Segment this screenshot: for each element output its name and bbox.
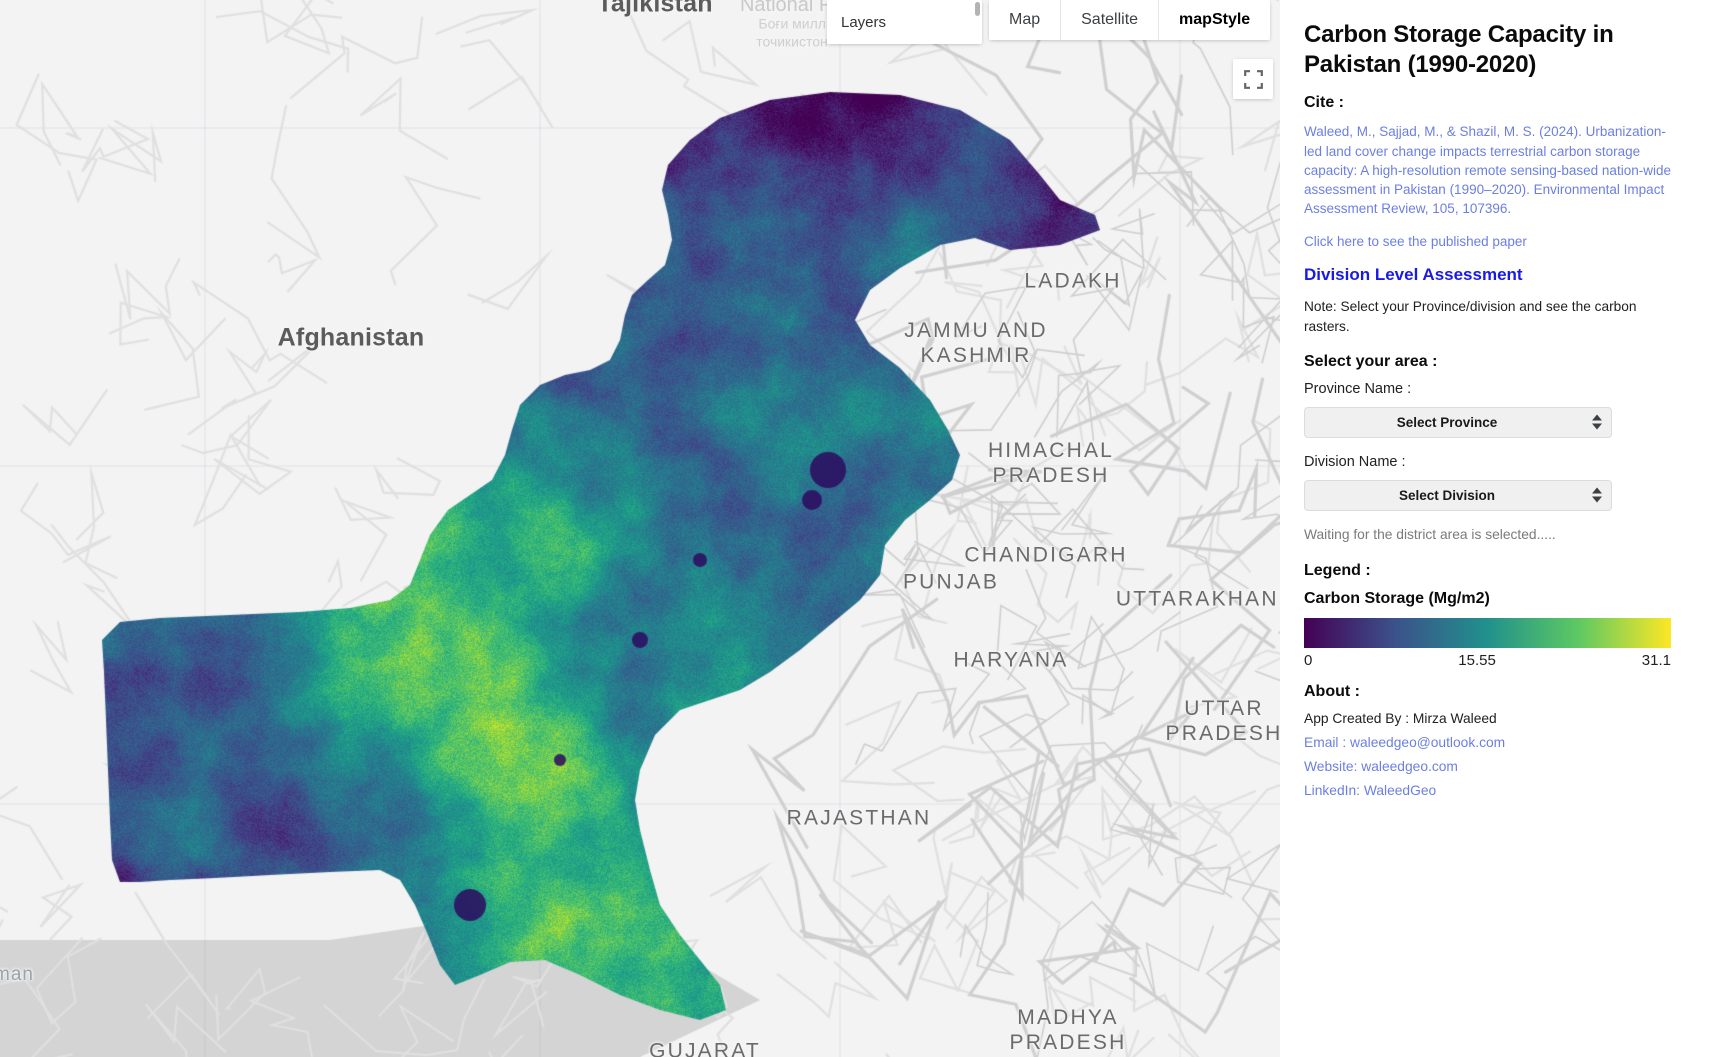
province-label: Province Name : <box>1304 380 1412 397</box>
layers-control[interactable]: Layers <box>827 0 982 44</box>
email-link[interactable]: Email : waleedgeo@outlook.com <box>1304 735 1692 750</box>
division-select-wrapper[interactable]: Select Division <box>1304 479 1612 511</box>
layers-label: Layers <box>841 13 887 31</box>
division-select[interactable]: Select Division <box>1304 479 1612 511</box>
map-canvas[interactable] <box>0 0 1280 1057</box>
map-type-bar[interactable]: Map Satellite mapStyle <box>989 0 1271 40</box>
legend-tick-mid: 15.55 <box>1458 651 1496 669</box>
legend-tick-max: 31.1 <box>1641 651 1671 669</box>
province-select[interactable]: Select Province <box>1304 406 1612 438</box>
layers-scrollbar[interactable] <box>975 2 980 16</box>
about-heading: About : <box>1304 682 1360 700</box>
published-paper-link[interactable]: Click here to see the published paper <box>1304 234 1692 249</box>
select-area-heading: Select your area : <box>1304 352 1438 370</box>
fullscreen-icon <box>1243 69 1263 89</box>
map-type-button-mapstyle[interactable]: mapStyle <box>1159 0 1271 40</box>
cite-heading: Cite : <box>1304 94 1344 112</box>
info-sidebar: Carbon Storage Capacity in Pakistan (199… <box>1280 0 1710 1057</box>
citation-text: Waleed, M., Sajjad, M., & Shazil, M. S. … <box>1304 124 1671 217</box>
division-level-assessment-heading: Division Level Assessment <box>1304 265 1523 285</box>
map-type-button-satellite[interactable]: Satellite <box>1061 0 1160 40</box>
legend-title: Carbon Storage (Mg/m2) <box>1304 589 1490 607</box>
map-panel[interactable]: Tajikistan National Park Боғи миллии точики… <box>0 0 1280 1057</box>
legend-colorbar-ticks: 0 15.55 31.1 <box>1304 652 1671 669</box>
page-title: Carbon Storage Capacity in Pakistan (199… <box>1304 21 1614 79</box>
division-label: Division Name : <box>1304 453 1406 470</box>
legend-tick-min: 0 <box>1304 651 1313 669</box>
province-select-wrapper[interactable]: Select Province <box>1304 406 1612 438</box>
app-root: Tajikistan National Park Боғи миллии точики… <box>0 0 1710 1057</box>
created-by-text: App Created By : Mirza Waleed <box>1304 710 1497 726</box>
legend-heading: Legend : <box>1304 561 1371 579</box>
legend-colorbar <box>1304 617 1671 648</box>
website-link[interactable]: Website: waleedgeo.com <box>1304 759 1692 774</box>
status-text: Waiting for the district area is selecte… <box>1304 526 1556 542</box>
note-text: Note: Select your Province/division and … <box>1304 299 1637 335</box>
linkedin-link[interactable]: LinkedIn: WaleedGeo <box>1304 783 1692 798</box>
map-type-button-map[interactable]: Map <box>989 0 1062 40</box>
fullscreen-button[interactable] <box>1233 59 1273 99</box>
